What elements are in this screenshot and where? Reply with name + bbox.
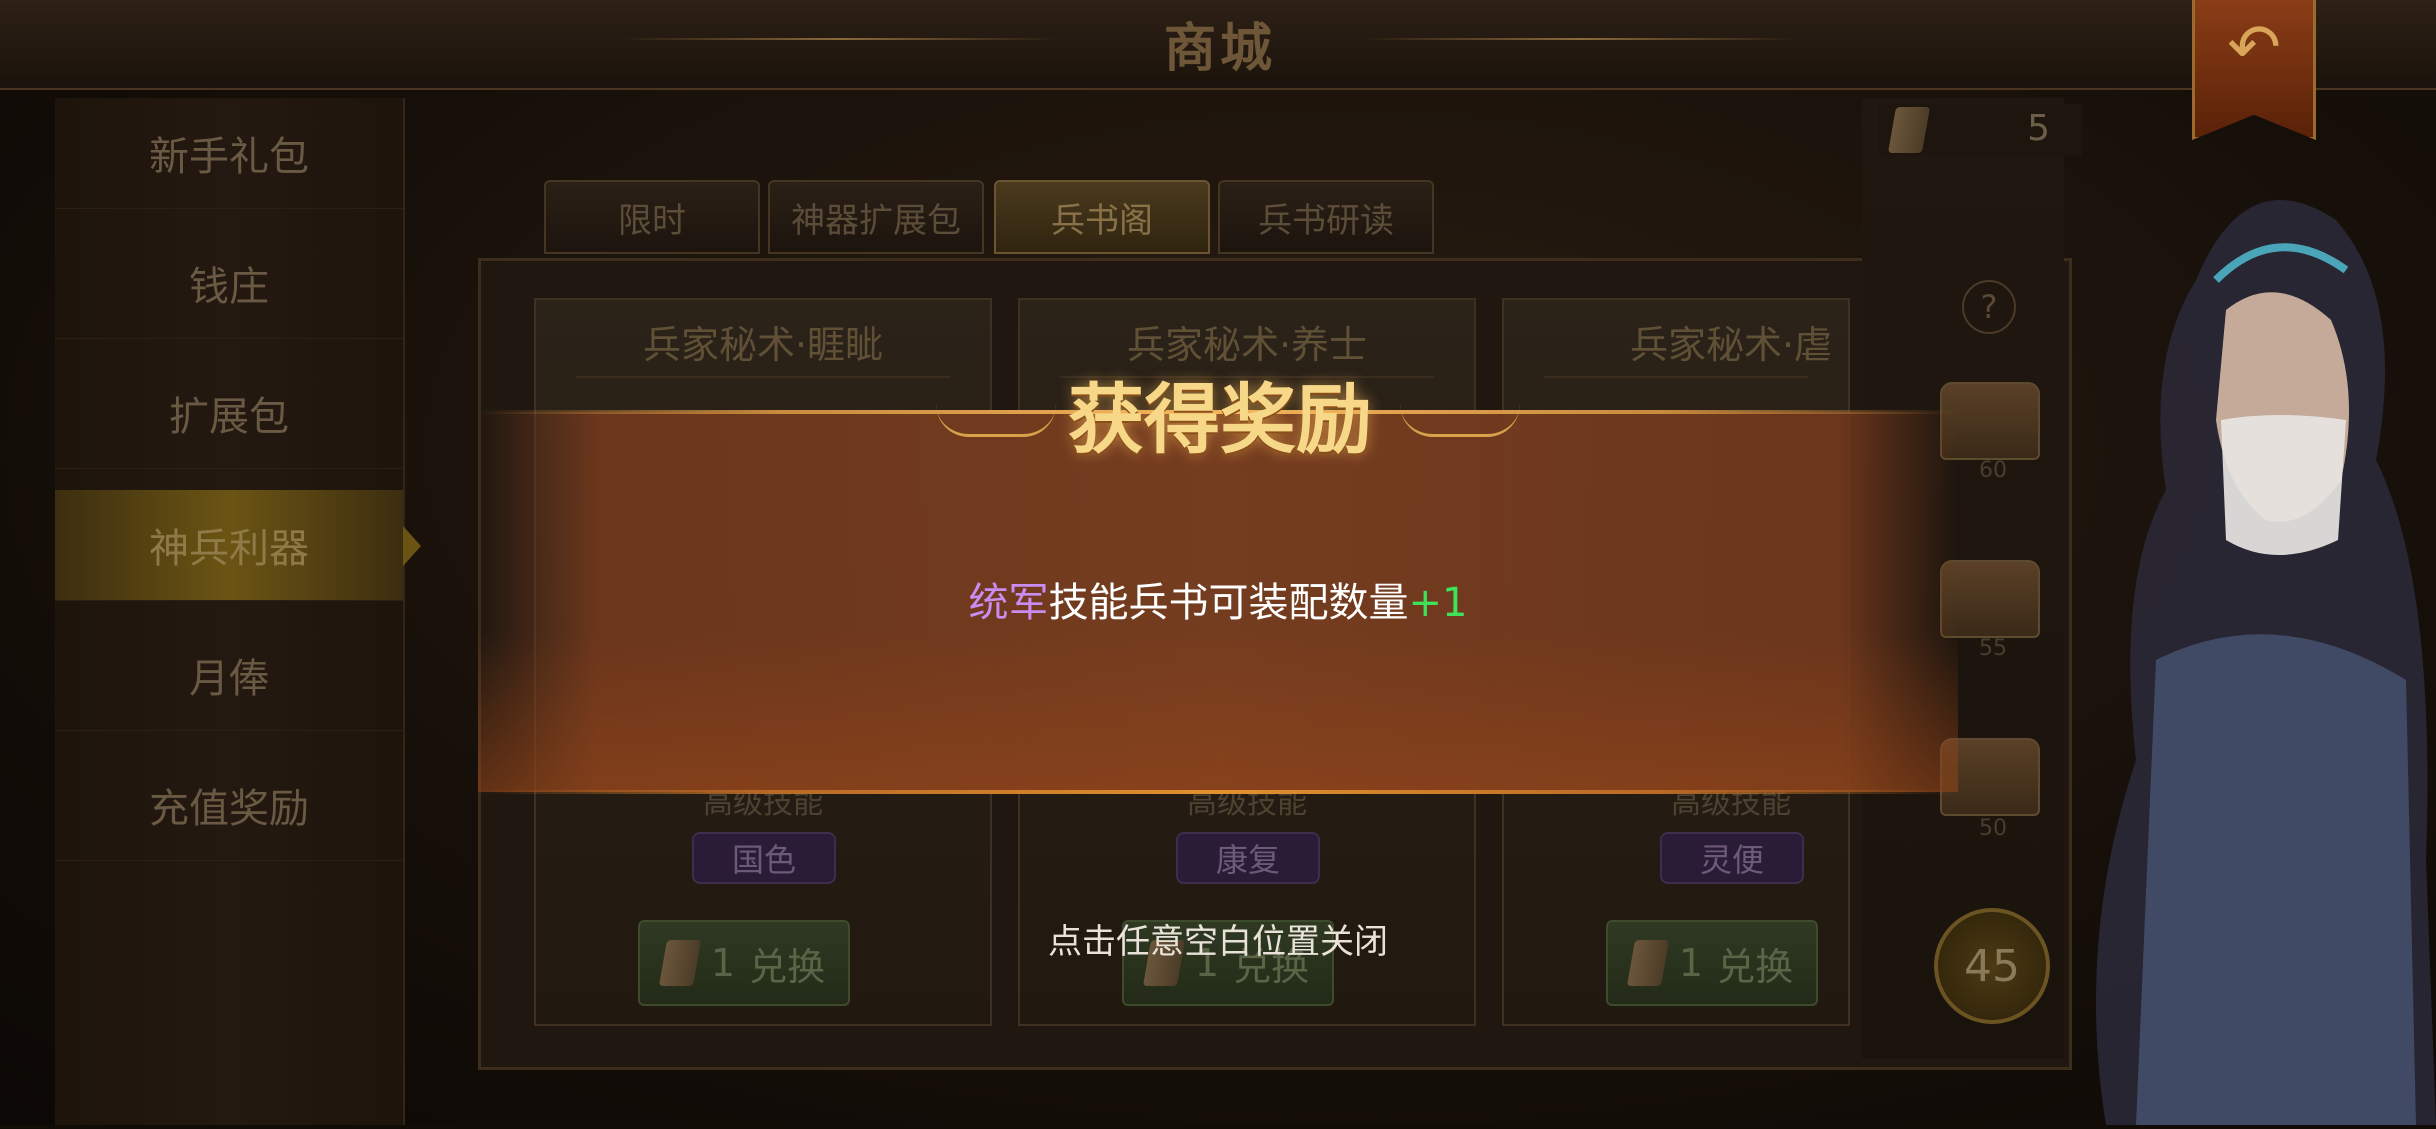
war-book-scroll-icon — [1887, 107, 1931, 153]
menu-item-bank[interactable]: 钱庄 — [55, 228, 403, 339]
title-ornament-left — [620, 38, 1060, 40]
exchange-button[interactable]: 1 兑换 — [638, 920, 850, 1006]
chest-threshold: 60 — [1979, 458, 2007, 483]
popup-border-bottom — [478, 790, 1958, 794]
title-ornament-right — [1360, 38, 1800, 40]
divider — [576, 376, 950, 378]
tab-war-book-pavilion[interactable]: 兵书阁 — [994, 180, 1210, 254]
character-portrait — [2076, 160, 2436, 1125]
reward-message: 统军技能兵书可装配数量+1 — [768, 570, 1668, 628]
top-bar: 商城 ↶ — [0, 0, 2436, 140]
war-book-currency: 5 — [1878, 104, 2082, 156]
currency-value: 5 — [2027, 108, 2050, 149]
page-title: 商城 — [1163, 18, 1276, 79]
reward-description: 技能兵书可装配数量 — [1048, 580, 1409, 626]
menu-item-expansion-pack[interactable]: 扩展包 — [55, 358, 403, 469]
card-title: 兵家秘术·虐 — [1629, 323, 1833, 367]
menu-item-monthly-salary[interactable]: 月俸 — [55, 620, 403, 731]
progress-medal: 45 — [1934, 908, 2050, 1024]
menu-item-newbie-pack[interactable]: 新手礼包 — [55, 98, 403, 209]
menu-item-recharge-rewards[interactable]: 充值奖励 — [55, 750, 403, 861]
war-book-scroll-icon — [1626, 940, 1669, 986]
return-arrow-icon: ↶ — [2227, 11, 2281, 85]
divider — [1544, 376, 1808, 378]
popup-title: 获得奖励 — [1068, 375, 1372, 464]
ornament-right — [1400, 404, 1520, 437]
exchange-button[interactable]: 1 兑换 — [1606, 920, 1818, 1006]
close-hint[interactable]: 点击任意空白位置关闭 — [968, 914, 1468, 963]
exchange-label: 兑换 — [749, 944, 826, 989]
ornament-left — [936, 404, 1056, 437]
skill-tag: 国色 — [692, 832, 836, 884]
exchange-label: 兑换 — [1717, 944, 1794, 989]
exchange-cost: 1 — [1678, 941, 1704, 985]
chest-threshold: 50 — [1979, 816, 2007, 841]
side-menu: 新手礼包 钱庄 扩展包 神兵利器 月俸 充值奖励 — [55, 98, 421, 1125]
bonus-value: +1 — [1408, 580, 1468, 626]
stat-name: 统军 — [968, 580, 1049, 626]
tab-artifact-expansion[interactable]: 神器扩展包 — [768, 180, 984, 254]
skill-tag: 灵便 — [1660, 832, 1804, 884]
card-title: 兵家秘术·睚眦 — [642, 323, 884, 367]
chest-threshold: 55 — [1979, 636, 2007, 661]
exchange-cost: 1 — [710, 941, 736, 985]
menu-item-divine-weapons[interactable]: 神兵利器 — [55, 490, 421, 601]
skill-tag: 康复 — [1176, 832, 1320, 884]
tab-war-book-study[interactable]: 兵书研读 — [1218, 180, 1434, 254]
help-icon[interactable]: ? — [1962, 280, 2016, 334]
war-book-scroll-icon — [658, 940, 701, 986]
tab-limited[interactable]: 限时 — [544, 180, 760, 254]
